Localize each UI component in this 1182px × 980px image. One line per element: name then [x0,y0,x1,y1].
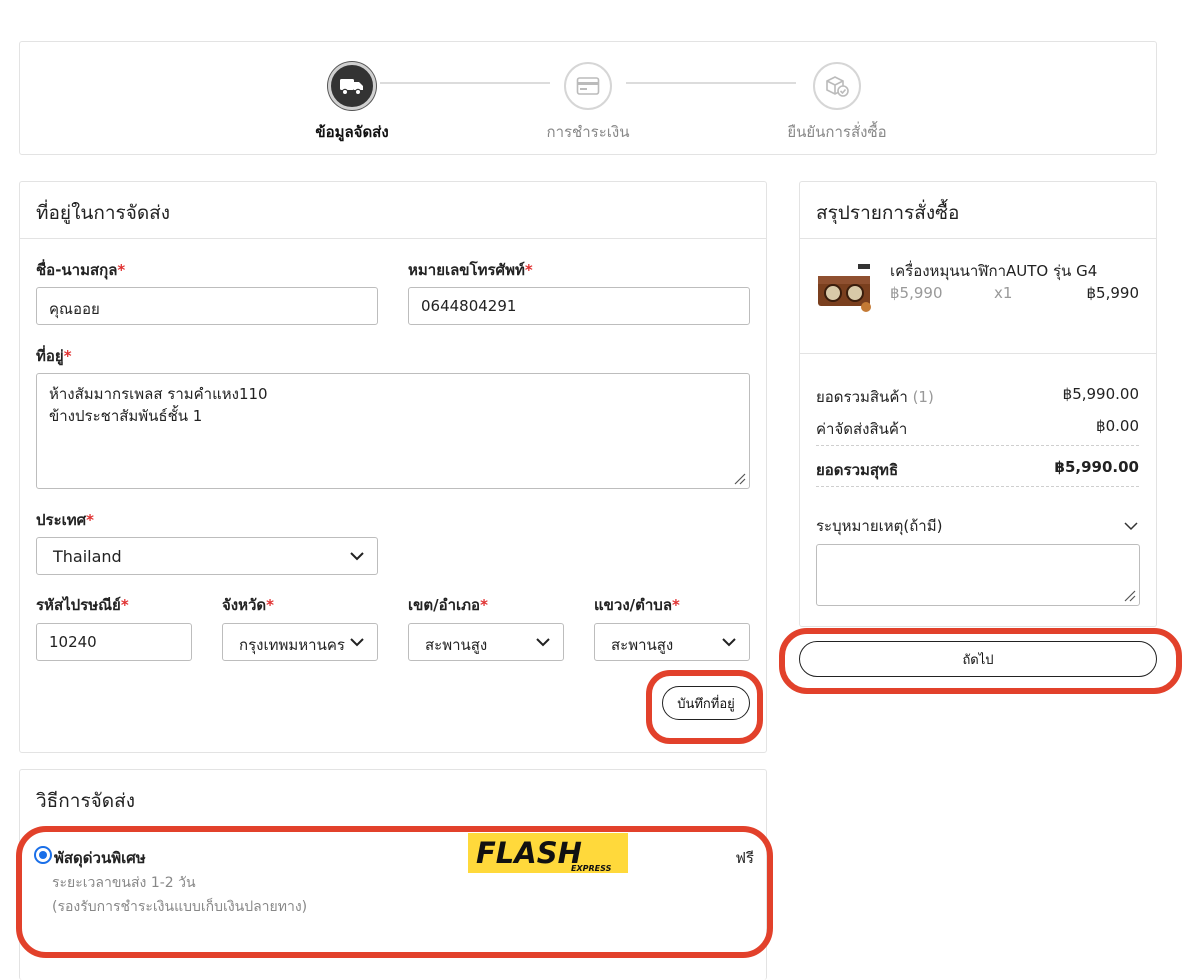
resize-handle-icon[interactable] [1122,588,1136,602]
country-label: ประเทศ* [36,511,95,529]
shipping-option-note: (รองรับการชำระเงินแบบเก็บเงินปลายทาง) [52,899,308,915]
product-quantity: x1 [994,284,1013,302]
address-line: ห้างสัมมากรเพลส รามคำแหง110 [49,385,268,403]
phone-label: หมายเลขโทรศัพท์* [408,261,533,279]
save-address-button[interactable]: บันทึกที่อยู่ [662,686,750,720]
subtotal-value: ฿5,990.00 [1062,385,1139,403]
shipping-fee-value: ฿0.00 [1096,417,1139,435]
product-price: ฿5,990 [890,284,943,302]
checkout-stepper: ข้อมูลจัดส่ง การชำระเงิน ยืนยันการสั่งซื… [19,41,1157,155]
section-title: วิธีการจัดส่ง [36,790,135,812]
address-textarea[interactable]: ห้างสัมมากรเพลส รามคำแหง110 ข้างประชาสัม… [36,373,750,489]
grand-total-row: ยอดรวมสุทธิ ฿5,990.00 [816,458,1139,482]
selected-value: Thailand [53,547,122,566]
note-textarea[interactable] [816,544,1140,606]
shipping-fee-row: ค่าจัดส่งสินค้า ฿0.00 [816,417,1139,441]
truck-icon [328,62,376,110]
chevron-down-icon [350,638,364,647]
logo-wordmark: FLASH [476,836,582,870]
section-title: สรุปรายการสั่งซื้อ [800,182,1156,239]
shipping-fee-label: ค่าจัดส่งสินค้า [816,420,908,438]
product-thumbnail [816,260,874,316]
province-label: จังหวัด* [222,596,275,614]
step-label: ข้อมูลจัดส่ง [315,123,389,141]
chevron-down-icon [722,638,736,647]
step-label: การชำระเงิน [546,123,630,141]
postcode-input[interactable]: 10240 [36,623,192,661]
product-name[interactable]: เครื่องหมุนนาฬิกาAUTO รุ่น G4 [890,259,1097,283]
chevron-down-icon [536,638,550,647]
selected-value: กรุงเทพมหานคร [239,636,345,654]
step-label: ยืนยันการสั่งซื้อ [787,123,887,141]
note-label: ระบุหมายเหตุ(ถ้ามี) [816,517,943,535]
province-select[interactable]: กรุงเทพมหานคร [222,623,378,661]
grand-total-label: ยอดรวมสุทธิ [816,461,899,479]
address-label: ที่อยู่* [36,347,72,365]
shipping-option-time: ระยะเวลาขนส่ง 1-2 วัน [52,875,196,891]
selected-value: สะพานสูง [611,636,674,654]
step-shipping-info[interactable]: ข้อมูลจัดส่ง [272,62,432,144]
box-check-icon [813,62,861,110]
step-confirm-order[interactable]: ยืนยันการสั่งซื้อ [757,62,917,144]
grand-total-value: ฿5,990.00 [1054,458,1139,476]
district-select[interactable]: สะพานสูง [408,623,564,661]
subtotal-label: ยอดรวมสินค้า (1) [816,388,934,406]
shipping-option-price: ฟรี [735,849,754,867]
step-payment[interactable]: การชำระเงิน [508,62,668,144]
chevron-down-icon [350,552,364,561]
chevron-down-icon [1124,522,1138,531]
shipping-address-card: ที่อยู่ในการจัดส่ง ชื่อ-นามสกุล* คุณออย … [19,181,767,753]
divider [816,445,1139,446]
divider [800,353,1156,354]
subdistrict-label: แขวง/ตำบล* [594,596,680,614]
shipping-option-name: พัสดุด่วนพิเศษ [54,849,146,867]
shipping-option-express[interactable]: พัสดุด่วนพิเศษ ระยะเวลาขนส่ง 1-2 วัน (รอ… [34,833,754,944]
section-title: ที่อยู่ในการจัดส่ง [20,182,766,239]
next-button[interactable]: ถัดไป [799,641,1157,677]
note-toggle[interactable]: ระบุหมายเหตุ(ถ้ามี) [816,514,1139,538]
postcode-label: รหัสไปรษณีย์* [36,596,129,614]
product-line-total: ฿5,990 [1086,284,1140,302]
subdistrict-select[interactable]: สะพานสูง [594,623,750,661]
country-select[interactable]: Thailand [36,537,378,575]
phone-input[interactable]: 0644804291 [408,287,750,325]
selected-value: สะพานสูง [425,636,488,654]
logo-subtitle: EXPRESS [571,864,612,873]
shipping-method-card: วิธีการจัดส่ง พัสดุด่วนพิเศษ ระยะเวลาขนส… [19,769,767,980]
order-summary-card: สรุปรายการสั่งซื้อ เครื่องหมุนนาฬิกาAUTO… [799,181,1157,627]
subtotal-row: ยอดรวมสินค้า (1) ฿5,990.00 [816,385,1139,409]
name-input[interactable]: คุณออย [36,287,378,325]
credit-card-icon [564,62,612,110]
district-label: เขต/อำเภอ* [408,596,488,614]
flash-express-logo: FLASH EXPRESS [468,833,628,873]
name-label: ชื่อ-นามสกุล* [36,261,126,279]
address-line: ข้างประชาสัมพันธ์ชั้น 1 [49,407,203,425]
divider [816,486,1139,487]
shipping-option-radio[interactable] [34,846,52,864]
resize-handle-icon[interactable] [732,471,746,485]
